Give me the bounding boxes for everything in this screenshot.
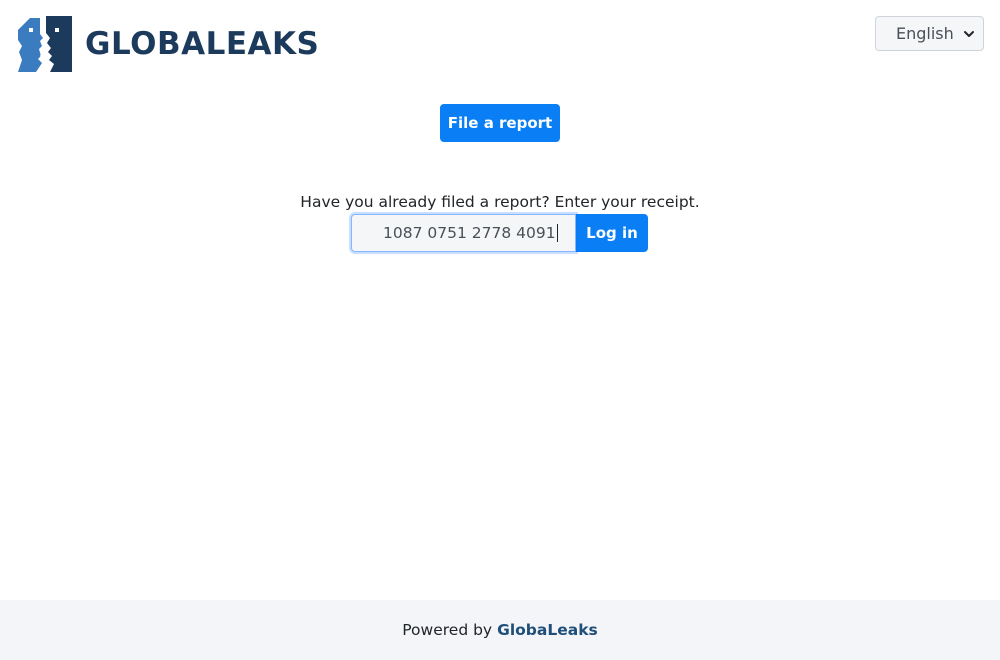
language-select-value: English xyxy=(896,24,954,43)
language-select[interactable]: English xyxy=(875,16,984,51)
text-caret xyxy=(556,224,558,242)
header: GLOBALEAKS English xyxy=(0,0,1000,90)
powered-by-text: Powered by xyxy=(402,621,493,639)
login-button[interactable]: Log in xyxy=(576,214,648,252)
globaleaks-faces-logo-icon xyxy=(18,16,72,72)
footer: Powered by GlobaLeaks xyxy=(0,600,1000,660)
receipt-login-group: 1087 0751 2778 4091 Log in xyxy=(351,214,648,252)
chevron-down-icon xyxy=(964,31,974,37)
globaleaks-link[interactable]: GlobaLeaks xyxy=(497,621,598,639)
logo[interactable]: GLOBALEAKS xyxy=(16,16,319,72)
receipt-input-value: 1087 0751 2778 4091 xyxy=(383,224,556,242)
receipt-input[interactable]: 1087 0751 2778 4091 xyxy=(351,214,576,252)
file-report-button[interactable]: File a report xyxy=(440,104,560,142)
page: GLOBALEAKS English File a report Have yo… xyxy=(0,0,1000,660)
receipt-prompt: Have you already filed a report? Enter y… xyxy=(300,193,700,211)
logo-text: GLOBALEAKS xyxy=(85,26,320,62)
